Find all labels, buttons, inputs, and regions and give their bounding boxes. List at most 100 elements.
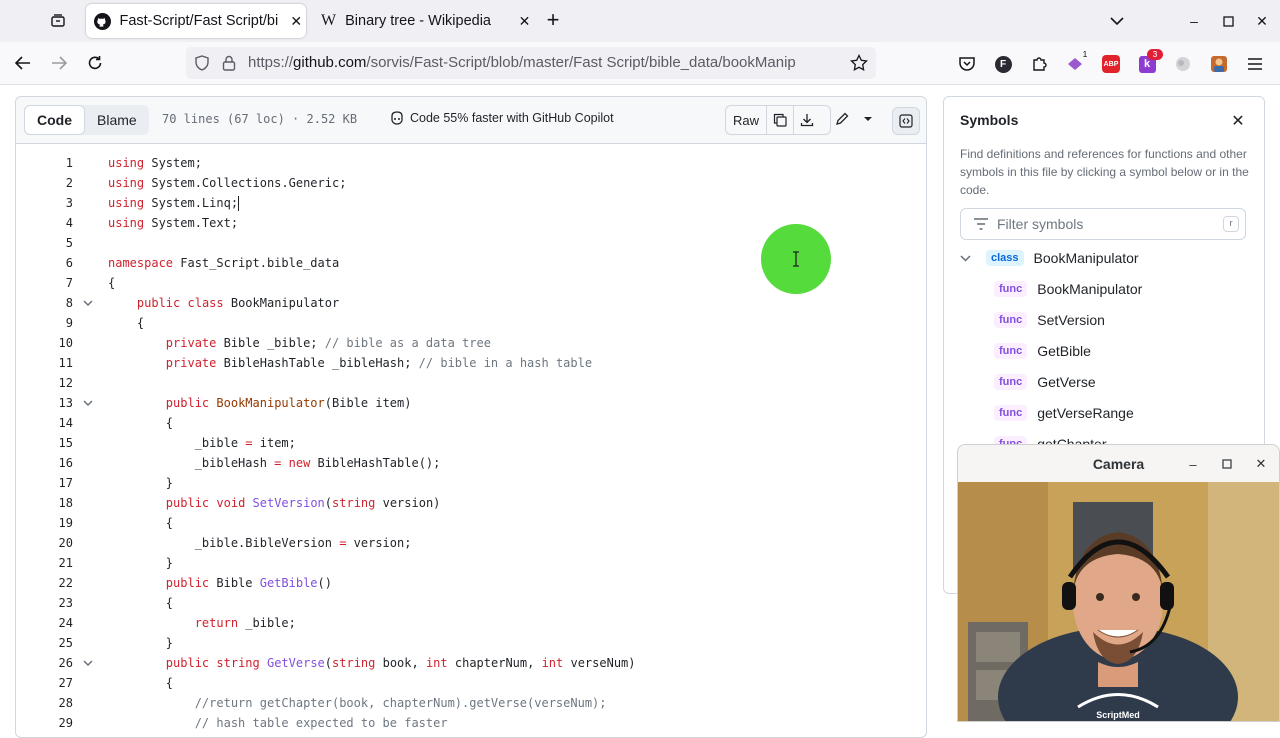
address-bar[interactable]: https://github.com/sorvis/Fast-Script/bl…: [186, 47, 876, 79]
line-number[interactable]: 20: [16, 533, 73, 553]
symbol-func-item[interactable]: func GetVerse: [994, 370, 1096, 394]
line-number[interactable]: 16: [16, 453, 73, 473]
menu-hamburger-icon[interactable]: [1245, 54, 1265, 74]
line-number[interactable]: 27: [16, 673, 73, 693]
line-number[interactable]: 17: [16, 473, 73, 493]
camera-window[interactable]: Camera – ✕ ScriptMed: [957, 444, 1280, 722]
code-line[interactable]: 19 {: [16, 513, 926, 533]
symbol-func-item[interactable]: func GetBible: [994, 339, 1091, 363]
code-line[interactable]: 9 {: [16, 313, 926, 333]
copy-icon[interactable]: [767, 106, 794, 134]
line-number[interactable]: 22: [16, 573, 73, 593]
code-line[interactable]: 13 public BookManipulator(Bible item): [16, 393, 926, 413]
line-number[interactable]: 2: [16, 173, 73, 193]
code-tab[interactable]: Code: [24, 105, 85, 135]
code-line[interactable]: 12: [16, 373, 926, 393]
line-number[interactable]: 23: [16, 593, 73, 613]
line-number[interactable]: 15: [16, 433, 73, 453]
maximize-window-button[interactable]: [1216, 10, 1240, 32]
close-tab-icon[interactable]: ✕: [287, 11, 306, 31]
line-number[interactable]: 18: [16, 493, 73, 513]
reload-icon[interactable]: [82, 50, 108, 76]
code-line[interactable]: 10 private Bible _bible; // bible as a d…: [16, 333, 926, 353]
notifications-extension-icon[interactable]: 1: [1065, 49, 1087, 74]
edit-dropdown-icon[interactable]: [855, 105, 881, 133]
tab-wikipedia[interactable]: W Binary tree - Wikipedia ✕: [312, 4, 534, 38]
camera-maximize-button[interactable]: [1217, 454, 1237, 474]
line-number[interactable]: 25: [16, 633, 73, 653]
close-tab-icon[interactable]: ✕: [515, 11, 534, 31]
code-line[interactable]: 26 public string GetVerse(string book, i…: [16, 653, 926, 673]
code-line[interactable]: 28 //return getChapter(book, chapterNum)…: [16, 693, 926, 713]
k-extension-icon[interactable]: k 3: [1137, 49, 1163, 74]
line-number[interactable]: 19: [16, 513, 73, 533]
line-number[interactable]: 12: [16, 373, 73, 393]
code-line[interactable]: 14 {: [16, 413, 926, 433]
copilot-button[interactable]: Code 55% faster with GitHub Copilot: [389, 111, 614, 125]
code-line[interactable]: 24 return _bible;: [16, 613, 926, 633]
code-line[interactable]: 15 _bible = item;: [16, 433, 926, 453]
code-line[interactable]: 21 }: [16, 553, 926, 573]
line-number[interactable]: 7: [16, 273, 73, 293]
symbol-func-item[interactable]: func getVerseRange: [994, 401, 1134, 425]
grey-extension-icon[interactable]: [1173, 54, 1193, 74]
filter-symbols-input[interactable]: Filter symbols r: [960, 208, 1246, 240]
code-line[interactable]: 27 {: [16, 673, 926, 693]
line-number[interactable]: 21: [16, 553, 73, 573]
symbol-func-item[interactable]: func SetVersion: [994, 308, 1105, 332]
line-number[interactable]: 9: [16, 313, 73, 333]
tab-overview-icon[interactable]: [44, 8, 72, 34]
tracking-shield-icon[interactable]: [194, 55, 210, 76]
pocket-icon[interactable]: [957, 54, 977, 74]
user-avatar-extension-icon[interactable]: [1209, 54, 1229, 74]
url-text[interactable]: https://github.com/sorvis/Fast-Script/bl…: [248, 54, 844, 71]
chevron-down-icon[interactable]: [1105, 10, 1129, 32]
line-number[interactable]: 26: [16, 653, 73, 673]
code-line[interactable]: 22 public Bible GetBible(): [16, 573, 926, 593]
tab-github[interactable]: Fast-Script/Fast Script/bi ✕: [86, 4, 306, 38]
fold-chevron-icon[interactable]: [80, 393, 96, 413]
line-number[interactable]: 5: [16, 233, 73, 253]
code-line[interactable]: 29 // hash table expected to be faster: [16, 713, 926, 733]
line-number[interactable]: 28: [16, 693, 73, 713]
adblock-plus-icon[interactable]: ABP: [1101, 54, 1121, 74]
code-line[interactable]: 3 using System.Linq;: [16, 193, 926, 213]
code-line[interactable]: 16 _bibleHash = new BibleHashTable();: [16, 453, 926, 473]
code-line[interactable]: 11 private BibleHashTable _bibleHash; //…: [16, 353, 926, 373]
line-number[interactable]: 24: [16, 613, 73, 633]
download-icon[interactable]: [794, 106, 820, 134]
line-number[interactable]: 11: [16, 353, 73, 373]
lock-icon[interactable]: [222, 55, 236, 76]
code-line[interactable]: 2 using System.Collections.Generic;: [16, 173, 926, 193]
camera-minimize-button[interactable]: –: [1183, 454, 1203, 474]
fold-chevron-icon[interactable]: [80, 653, 96, 673]
code-line[interactable]: 25 }: [16, 633, 926, 653]
close-icon[interactable]: ✕: [1228, 111, 1248, 131]
close-window-button[interactable]: ✕: [1250, 10, 1274, 32]
line-number[interactable]: 14: [16, 413, 73, 433]
code-line[interactable]: 1 using System;: [16, 153, 926, 173]
fold-chevron-icon[interactable]: [80, 293, 96, 313]
line-number[interactable]: 1: [16, 153, 73, 173]
extensions-puzzle-icon[interactable]: [1029, 54, 1049, 74]
code-line[interactable]: 23 {: [16, 593, 926, 613]
line-number[interactable]: 13: [16, 393, 73, 413]
symbol-func-item[interactable]: func BookManipulator: [994, 277, 1142, 301]
bookmark-star-icon[interactable]: [850, 53, 868, 77]
forward-arrow-icon[interactable]: [46, 50, 72, 76]
code-line[interactable]: 8 public class BookManipulator: [16, 293, 926, 313]
raw-button[interactable]: Raw: [726, 106, 767, 134]
line-number[interactable]: 4: [16, 213, 73, 233]
code-line[interactable]: 20 _bible.BibleVersion = version;: [16, 533, 926, 553]
code-line[interactable]: 17 }: [16, 473, 926, 493]
camera-close-button[interactable]: ✕: [1251, 454, 1271, 474]
line-number[interactable]: 3: [16, 193, 73, 213]
line-number[interactable]: 8: [16, 293, 73, 313]
symbol-class-bookmanipulator[interactable]: class BookManipulator: [960, 246, 1139, 270]
line-number[interactable]: 6: [16, 253, 73, 273]
line-number[interactable]: 29: [16, 713, 73, 733]
code-line[interactable]: 18 public void SetVersion(string version…: [16, 493, 926, 513]
pencil-edit-icon[interactable]: [829, 105, 855, 133]
minimize-window-button[interactable]: –: [1182, 10, 1206, 32]
chevron-down-icon[interactable]: [960, 254, 974, 262]
